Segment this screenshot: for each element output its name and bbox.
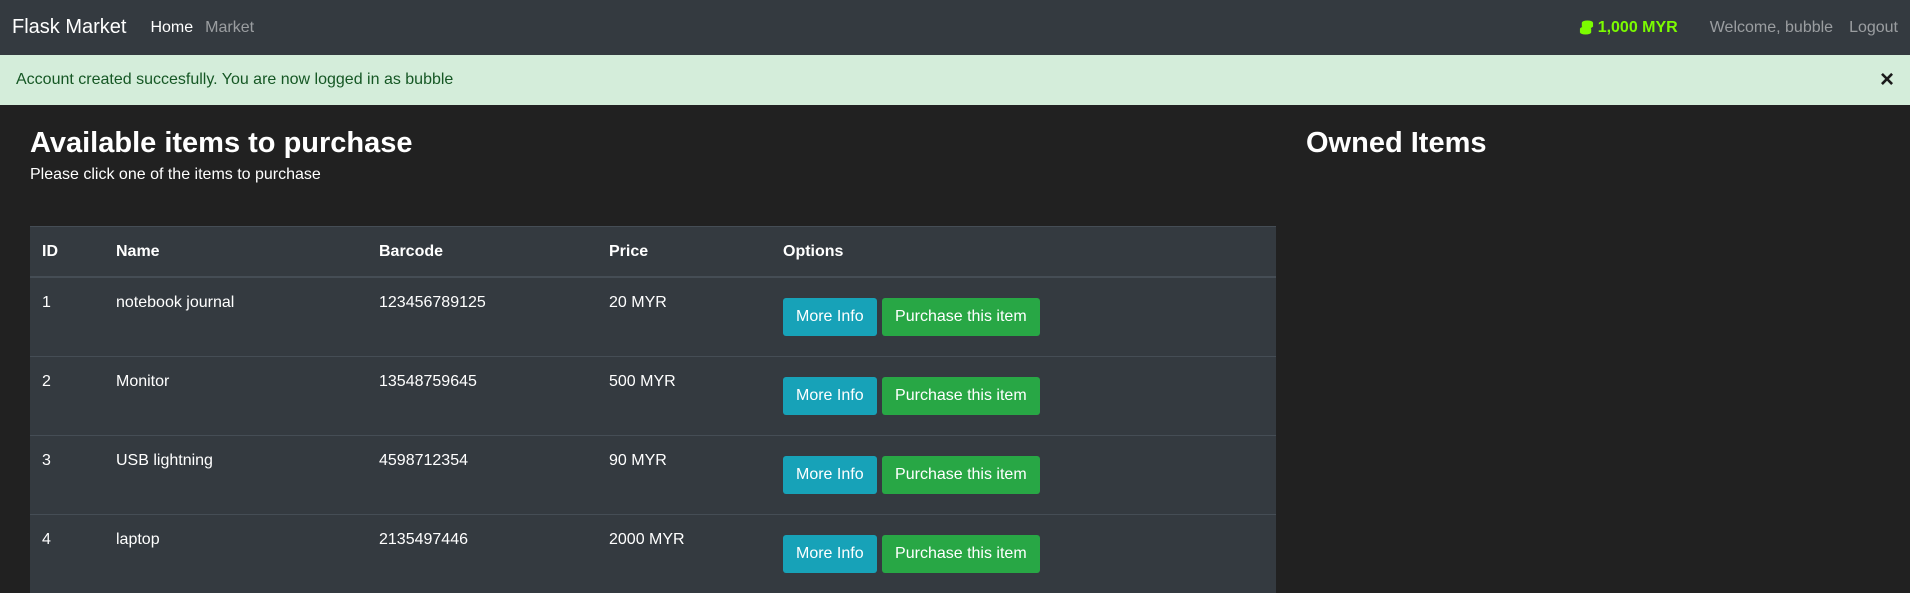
item-price: 20 MYR — [597, 277, 771, 357]
purchase-button[interactable]: Purchase this item — [882, 535, 1040, 573]
item-name: laptop — [104, 515, 367, 593]
budget: 1,000 MYR — [1579, 19, 1678, 37]
item-options: More Info Purchase this item — [771, 515, 1276, 593]
more-info-button[interactable]: More Info — [783, 535, 877, 573]
main-content: Available items to purchase Please click… — [0, 105, 1910, 593]
item-price: 2000 MYR — [597, 515, 771, 593]
column-header-name: Name — [104, 227, 367, 278]
item-price: 90 MYR — [597, 436, 771, 515]
market-section: Available items to purchase Please click… — [30, 105, 1276, 593]
item-name: notebook journal — [104, 277, 367, 357]
item-name: Monitor — [104, 357, 367, 436]
item-id: 2 — [30, 357, 104, 436]
item-options: More Info Purchase this item — [771, 277, 1276, 357]
item-barcode: 123456789125 — [367, 277, 597, 357]
column-header-id: ID — [30, 227, 104, 278]
close-icon[interactable]: × — [1880, 68, 1894, 92]
purchase-button[interactable]: Purchase this item — [882, 456, 1040, 494]
nav-right: 1,000 MYR Welcome, bubble Logout — [1579, 19, 1898, 37]
item-barcode: 13548759645 — [367, 357, 597, 436]
coins-icon — [1579, 20, 1594, 35]
item-options: More Info Purchase this item — [771, 436, 1276, 515]
more-info-button[interactable]: More Info — [783, 298, 877, 336]
table-row: 2 Monitor 13548759645 500 MYR More Info … — [30, 357, 1276, 436]
item-options: More Info Purchase this item — [771, 357, 1276, 436]
market-title: Available items to purchase — [30, 127, 1276, 160]
item-id: 1 — [30, 277, 104, 357]
item-id: 3 — [30, 436, 104, 515]
item-barcode: 4598712354 — [367, 436, 597, 515]
alert-message: Account created succesfully. You are now… — [16, 71, 453, 89]
column-header-price: Price — [597, 227, 771, 278]
welcome-text: Welcome, bubble — [1710, 19, 1833, 37]
item-barcode: 2135497446 — [367, 515, 597, 593]
more-info-button[interactable]: More Info — [783, 377, 877, 415]
table-row: 1 notebook journal 123456789125 20 MYR M… — [30, 277, 1276, 357]
item-name: USB lightning — [104, 436, 367, 515]
table-row: 4 laptop 2135497446 2000 MYR More Info P… — [30, 515, 1276, 593]
owned-section: Owned Items — [1306, 105, 1487, 593]
nav-link-home[interactable]: Home — [150, 19, 193, 37]
budget-value: 1,000 MYR — [1598, 19, 1678, 37]
more-info-button[interactable]: More Info — [783, 456, 877, 494]
owned-title: Owned Items — [1306, 127, 1487, 160]
purchase-button[interactable]: Purchase this item — [882, 377, 1040, 415]
table-header-row: ID Name Barcode Price Options — [30, 227, 1276, 278]
item-id: 4 — [30, 515, 104, 593]
logout-link[interactable]: Logout — [1849, 19, 1898, 37]
items-table: ID Name Barcode Price Options 1 notebook… — [30, 226, 1276, 593]
column-header-barcode: Barcode — [367, 227, 597, 278]
success-alert: Account created succesfully. You are now… — [0, 55, 1910, 105]
nav-link-market[interactable]: Market — [205, 19, 254, 37]
navbar: Flask Market Home Market 1,000 MYR Welco… — [0, 0, 1910, 55]
market-subtitle: Please click one of the items to purchas… — [30, 166, 1276, 184]
item-price: 500 MYR — [597, 357, 771, 436]
table-row: 3 USB lightning 4598712354 90 MYR More I… — [30, 436, 1276, 515]
brand-link[interactable]: Flask Market — [12, 16, 126, 39]
purchase-button[interactable]: Purchase this item — [882, 298, 1040, 336]
column-header-options: Options — [771, 227, 1276, 278]
